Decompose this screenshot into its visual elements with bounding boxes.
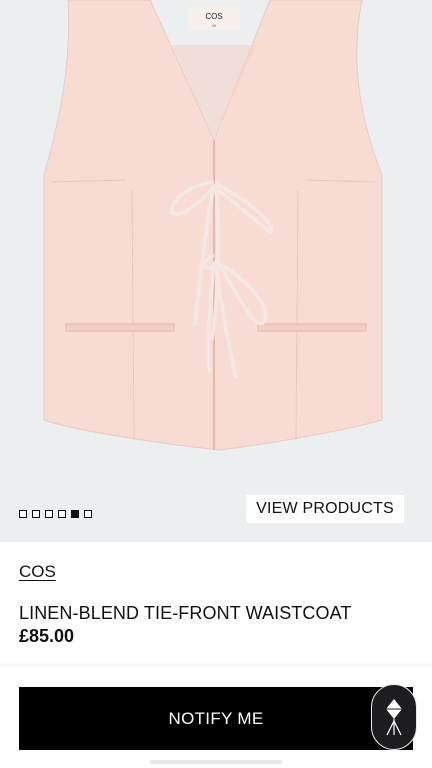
carousel-indicators	[19, 510, 92, 518]
carousel-dot[interactable]	[19, 510, 27, 518]
garment-label: COS	[205, 12, 222, 21]
carousel-dot[interactable]	[58, 510, 66, 518]
diamond-logo-icon	[384, 699, 404, 736]
carousel-dot[interactable]	[84, 510, 92, 518]
product-image-carousel[interactable]: COS 36 VIEW PRODUCTS	[0, 0, 432, 542]
brand-link[interactable]: COS	[19, 562, 56, 582]
product-image: COS 36	[43, 0, 383, 451]
home-indicator	[150, 760, 282, 764]
product-title: LINEN-BLEND TIE-FRONT WAISTCOAT	[19, 603, 352, 623]
carousel-dot[interactable]	[45, 510, 53, 518]
view-products-button[interactable]: VIEW PRODUCTS	[246, 495, 404, 523]
svg-text:36: 36	[212, 23, 217, 28]
notify-me-button[interactable]: NOTIFY ME	[19, 687, 413, 750]
carousel-dot-active[interactable]	[71, 510, 79, 518]
carousel-dot[interactable]	[32, 510, 40, 518]
floating-assistant-button[interactable]	[371, 684, 417, 750]
product-price: £85.00	[19, 626, 75, 646]
